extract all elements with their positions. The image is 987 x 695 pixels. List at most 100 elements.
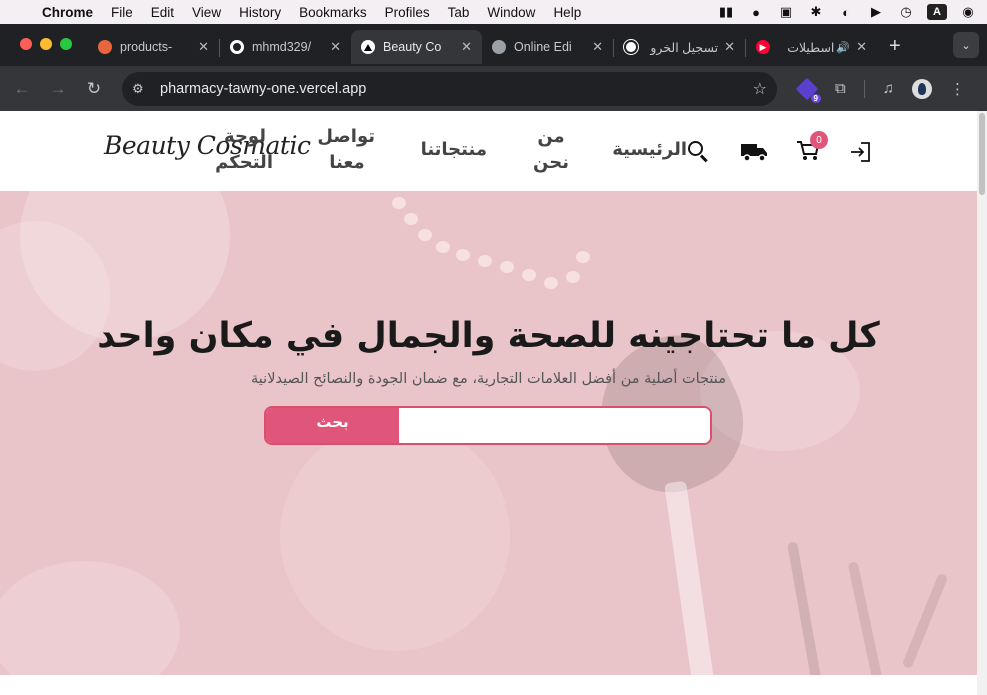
- hero-pearl-shape: [456, 249, 470, 261]
- hero-pearl-shape: [500, 261, 514, 273]
- menubar-status-icons: ▮▮ ● ▣ ✱ ◐ ▶ ◷ A ◉: [717, 4, 977, 20]
- hero-background-shape: [0, 561, 180, 675]
- zoom-window-icon[interactable]: [60, 38, 72, 50]
- user-account-icon[interactable]: ◉: [959, 4, 977, 20]
- forward-arrow-icon[interactable]: →: [44, 75, 72, 103]
- toolbar-actions: 9 ⧉ ♫ ⋮: [795, 77, 965, 103]
- menu-app-name[interactable]: Chrome: [42, 5, 93, 20]
- github-icon: [230, 40, 244, 54]
- tab-title: Beauty Co: [383, 40, 442, 54]
- hero-title: كل ما تحتاجينه للصحة والجمال في مكان واح…: [97, 316, 880, 356]
- menu-profiles[interactable]: Profiles: [385, 5, 430, 20]
- screen-capture-icon[interactable]: ▣: [777, 4, 795, 20]
- close-tab-icon[interactable]: ✕: [724, 39, 735, 55]
- site-info-icon[interactable]: ⚙: [132, 81, 152, 97]
- reload-icon[interactable]: ↻: [80, 75, 108, 103]
- tab-youtube[interactable]: ▶ اسطيلات 🔊 ✕: [746, 30, 877, 64]
- hero-pearl-shape: [478, 255, 492, 267]
- hero-pearl-shape: [392, 197, 406, 209]
- macos-menu-bar: Chrome File Edit View History Bookmarks …: [0, 0, 987, 24]
- orange-diamond-icon: [98, 40, 112, 54]
- tab-products[interactable]: products- ✕: [88, 30, 219, 64]
- hero-pearl-shape: [544, 277, 558, 289]
- globe-icon: [492, 40, 506, 54]
- hero-pearl-shape: [404, 213, 418, 225]
- next-section: [0, 675, 977, 695]
- menu-edit[interactable]: Edit: [151, 5, 174, 20]
- close-tab-icon[interactable]: ✕: [592, 39, 603, 55]
- kebab-menu-icon[interactable]: ⋮: [950, 80, 965, 98]
- media-control-icon[interactable]: ♫: [883, 80, 894, 97]
- close-tab-icon[interactable]: ✕: [330, 39, 341, 55]
- audio-bars-icon[interactable]: ▮▮: [717, 4, 735, 20]
- delivery-truck-icon[interactable]: [740, 141, 768, 168]
- tabs: products- ✕ mhmd329/ ✕ Beauty Co ✕ Onlin…: [88, 30, 913, 66]
- hero-background-shape: [280, 421, 510, 651]
- extensions-puzzle-icon[interactable]: ⧉: [835, 80, 846, 97]
- tab-title: اسطيلات: [787, 40, 835, 55]
- openai-icon: [623, 39, 639, 55]
- speaker-icon[interactable]: 🔊: [836, 41, 850, 54]
- menu-window[interactable]: Window: [487, 5, 535, 20]
- menu-history[interactable]: History: [239, 5, 281, 20]
- search-icon[interactable]: [688, 141, 710, 163]
- browser-toolbar: ← → ↻ ⚙ pharmacy-tawny-one.vercel.app ☆ …: [0, 66, 987, 111]
- bluetooth-icon[interactable]: ✱: [807, 4, 825, 20]
- input-source-icon[interactable]: A: [927, 4, 947, 20]
- extension-badge-icon[interactable]: 9: [795, 77, 821, 103]
- close-tab-icon[interactable]: ✕: [461, 39, 472, 55]
- menu-file[interactable]: File: [111, 5, 133, 20]
- close-tab-icon[interactable]: ✕: [198, 39, 209, 55]
- hero-pearl-shape: [576, 251, 590, 263]
- search-input[interactable]: [399, 408, 710, 443]
- address-bar[interactable]: ⚙ pharmacy-tawny-one.vercel.app ☆: [122, 71, 777, 106]
- minimize-window-icon[interactable]: [40, 38, 52, 50]
- hero-pearl-shape: [522, 269, 536, 281]
- time-machine-icon[interactable]: ◷: [897, 4, 915, 20]
- new-tab-icon[interactable]: +: [877, 35, 913, 58]
- focus-moon-icon[interactable]: ◐: [837, 4, 855, 20]
- hero-subtitle: منتجات أصلية من أفضل العلامات التجارية، …: [251, 371, 726, 387]
- nav-home[interactable]: الرئيسية: [612, 123, 687, 175]
- tab-chatgpt[interactable]: تسجيل الخرو ✕: [614, 30, 745, 64]
- hero-section: كل ما تحتاجينه للصحة والجمال في مكان واح…: [0, 191, 977, 675]
- tab-beauty-cosmatic[interactable]: Beauty Co ✕: [351, 30, 482, 64]
- search-button[interactable]: بحث: [266, 408, 399, 443]
- hero-background-shape: [664, 480, 718, 675]
- page-scrollbar[interactable]: [977, 111, 987, 695]
- tab-strip: products- ✕ mhmd329/ ✕ Beauty Co ✕ Onlin…: [0, 24, 987, 66]
- vercel-triangle-icon: [361, 40, 375, 54]
- play-circle-icon[interactable]: ▶: [867, 4, 885, 20]
- cart-count-badge: 0: [810, 131, 828, 149]
- bookmark-star-icon[interactable]: ☆: [753, 79, 767, 99]
- login-icon[interactable]: [848, 141, 872, 168]
- nav-links: الرئيسية من نحن منتجاتنا تواصل معنا لوحة…: [215, 123, 687, 175]
- tab-online-editor[interactable]: Online Edi ✕: [482, 30, 613, 64]
- hero-pearl-shape: [418, 229, 432, 241]
- hero-background-shape: [787, 541, 823, 675]
- menu-view[interactable]: View: [192, 5, 221, 20]
- nav-dashboard[interactable]: لوحة التحكم: [215, 123, 273, 175]
- profile-avatar[interactable]: [911, 78, 932, 99]
- scrollbar-thumb[interactable]: [979, 113, 985, 195]
- grammarly-icon[interactable]: ●: [747, 4, 765, 20]
- tab-github[interactable]: mhmd329/ ✕: [220, 30, 351, 64]
- hero-background-shape: [847, 561, 883, 675]
- nav-products[interactable]: منتجاتنا: [421, 123, 487, 175]
- url-text[interactable]: pharmacy-tawny-one.vercel.app: [160, 81, 753, 97]
- nav-about[interactable]: من نحن: [533, 123, 569, 175]
- site-navbar: Beauty Cosmatic الرئيسية من نحن منتجاتنا…: [0, 111, 987, 191]
- close-tab-icon[interactable]: ✕: [856, 39, 867, 55]
- close-window-icon[interactable]: [20, 38, 32, 50]
- menu-help[interactable]: Help: [553, 5, 581, 20]
- back-arrow-icon[interactable]: ←: [8, 75, 36, 103]
- nav-contact[interactable]: تواصل معنا: [317, 123, 375, 175]
- page-viewport: Beauty Cosmatic الرئيسية من نحن منتجاتنا…: [0, 111, 987, 695]
- menu-bookmarks[interactable]: Bookmarks: [299, 5, 367, 20]
- tab-title: Online Edi: [514, 40, 572, 54]
- hero-pearl-shape: [566, 271, 580, 283]
- hero-pearl-shape: [436, 241, 450, 253]
- menu-tab[interactable]: Tab: [448, 5, 470, 20]
- tab-search-chevron-icon[interactable]: ⌄: [953, 32, 979, 58]
- tab-title: تسجيل الخرو: [650, 40, 719, 55]
